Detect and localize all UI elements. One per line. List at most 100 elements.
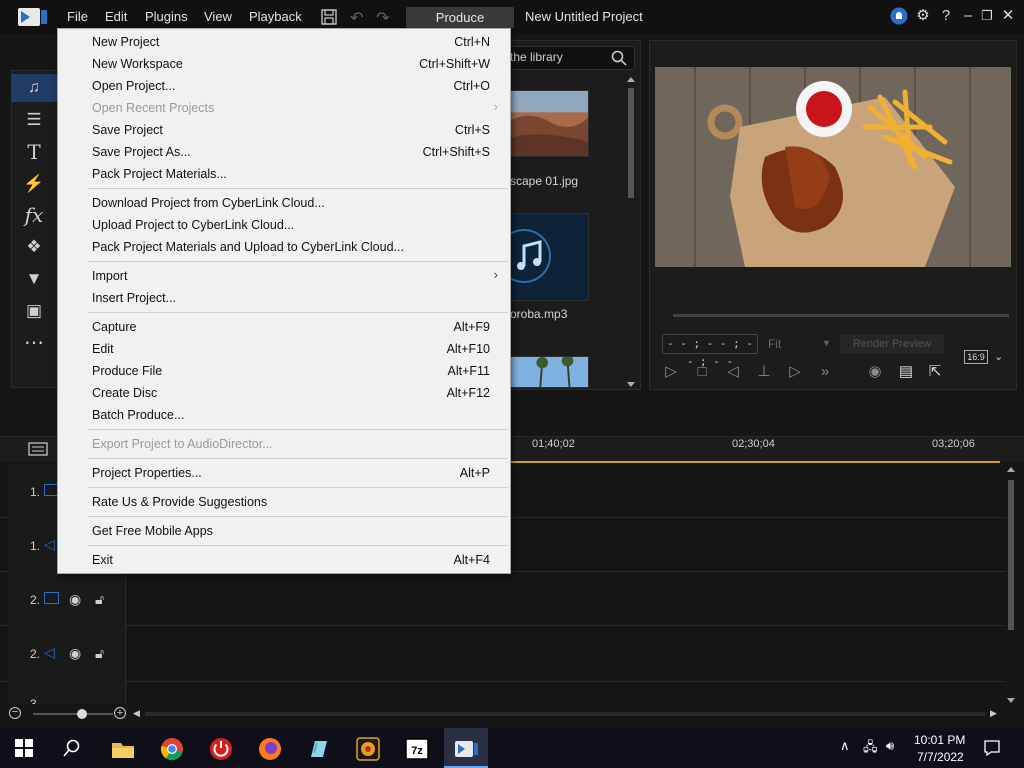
menu-item-export-to-audiodirector[interactable]: Export Project to AudioDirector...: [58, 433, 510, 455]
file-explorer-icon[interactable]: [109, 735, 137, 763]
library-item-landscape-thumbnail[interactable]: [510, 90, 589, 157]
menu-item-project-properties[interactable]: Project Properties... Alt+P: [58, 462, 510, 484]
split-icon[interactable]: ⊥: [755, 363, 773, 381]
title-room-icon[interactable]: ☰: [22, 109, 46, 131]
menu-item-new-workspace[interactable]: New Workspace Ctrl+Shift+W: [58, 53, 510, 75]
zoom-out-icon[interactable]: −: [9, 707, 21, 719]
menu-plugins[interactable]: Plugins: [145, 9, 188, 24]
redo-icon[interactable]: ↷: [374, 8, 392, 27]
scroll-left-icon[interactable]: ◀: [133, 708, 140, 719]
menu-item-open-recent-projects[interactable]: Open Recent Projects ›: [58, 97, 510, 119]
transition-icon[interactable]: ⚡: [22, 173, 46, 195]
menu-file[interactable]: File: [67, 9, 88, 24]
restore-icon[interactable]: ❐: [977, 6, 997, 26]
library-scrollbar[interactable]: [626, 76, 636, 388]
aspect-ratio-button[interactable]: 16:9: [964, 350, 988, 364]
pip-objects-icon[interactable]: ❖: [22, 236, 46, 258]
undo-icon[interactable]: ↶: [348, 8, 366, 27]
next-frame-icon[interactable]: ▷: [786, 363, 804, 381]
menu-item-save-project[interactable]: Save Project Ctrl+S: [58, 119, 510, 141]
menu-item-save-project-as[interactable]: Save Project As... Ctrl+Shift+S: [58, 141, 510, 163]
timeline-horizontal-scrollbar[interactable]: [145, 712, 985, 716]
notification-center-icon[interactable]: [983, 739, 1001, 757]
close-icon[interactable]: ✕: [998, 6, 1018, 26]
menu-item-edit[interactable]: Edit Alt+F10: [58, 338, 510, 360]
zoom-slider[interactable]: [33, 713, 113, 715]
menu-item-exit[interactable]: Exit Alt+F4: [58, 549, 510, 571]
library-item-palm-thumbnail[interactable]: [510, 356, 589, 388]
scroll-right-icon[interactable]: ▶: [990, 708, 997, 719]
chevron-up-icon[interactable]: ∧: [840, 738, 850, 754]
menu-item-new-project[interactable]: New Project Ctrl+N: [58, 31, 510, 53]
start-icon[interactable]: [15, 739, 33, 757]
visibility-eye-icon[interactable]: ◉: [69, 645, 81, 662]
timeline-ruler[interactable]: [510, 459, 1000, 463]
menu-view[interactable]: View: [204, 9, 232, 24]
menu-item-import[interactable]: Import ›: [58, 265, 510, 287]
help-icon[interactable]: ?: [936, 6, 956, 26]
volume-icon[interactable]: 🔊︎: [886, 738, 894, 754]
menu-item-batch-produce[interactable]: Batch Produce...: [58, 404, 510, 426]
settings-gear-icon[interactable]: ⚙: [913, 6, 933, 26]
chrome-icon[interactable]: [158, 735, 186, 763]
menu-item-open-project[interactable]: Open Project... Ctrl+O: [58, 75, 510, 97]
menu-edit[interactable]: Edit: [105, 9, 127, 24]
minimize-icon[interactable]: –: [958, 6, 978, 26]
save-icon[interactable]: [320, 8, 338, 26]
render-preview-button[interactable]: Render Preview: [840, 334, 944, 354]
powerdirector-icon[interactable]: [452, 735, 480, 763]
menu-item-get-mobile-apps[interactable]: Get Free Mobile Apps: [58, 520, 510, 542]
media-room-icon[interactable]: ♫: [22, 77, 46, 99]
produce-tab-button[interactable]: Produce: [406, 7, 514, 28]
menu-item-insert-project[interactable]: Insert Project...: [58, 287, 510, 309]
visibility-eye-icon[interactable]: ◉: [69, 591, 81, 608]
text-title-icon[interactable]: T: [22, 141, 46, 163]
track-row[interactable]: [0, 572, 1006, 626]
menu-item-create-disc[interactable]: Create Disc Alt+F12: [58, 382, 510, 404]
clock-time[interactable]: 10:01 PM: [914, 733, 965, 747]
menu-item-produce-file[interactable]: Produce File Alt+F11: [58, 360, 510, 382]
media-app-icon[interactable]: [354, 735, 382, 763]
timecode-field[interactable]: - - ; - - ; - - ; - -: [662, 334, 758, 368]
power-app-icon[interactable]: [207, 735, 235, 763]
effects-fx-icon[interactable]: fx: [22, 204, 46, 226]
snapshot-camera-icon[interactable]: ◉: [866, 363, 884, 381]
lock-icon[interactable]: 🔓︎: [95, 591, 104, 608]
notification-icon[interactable]: [890, 7, 908, 25]
more-rooms-icon[interactable]: ⋯: [22, 332, 46, 354]
menu-item-download-from-cloud[interactable]: Download Project from CyberLink Cloud...: [58, 192, 510, 214]
search-icon[interactable]: [611, 50, 627, 66]
menu-item-pack-and-upload[interactable]: Pack Project Materials and Upload to Cyb…: [58, 236, 510, 258]
7zip-icon[interactable]: 7z: [403, 735, 431, 763]
stop-icon[interactable]: □: [693, 363, 711, 381]
menu-playback[interactable]: Playback: [249, 9, 302, 24]
menu-item-rate-us[interactable]: Rate Us & Provide Suggestions: [58, 491, 510, 513]
chevron-down-icon[interactable]: ⌄: [994, 350, 1003, 363]
lock-icon[interactable]: 🔓︎: [95, 645, 104, 662]
subtitle-room-icon[interactable]: ▣: [22, 300, 46, 322]
particle-icon[interactable]: ▼: [22, 268, 46, 290]
network-icon[interactable]: 🖧︎: [863, 738, 878, 760]
chevron-down-icon[interactable]: ▼: [822, 338, 831, 348]
firefox-icon[interactable]: [256, 735, 284, 763]
timeline-vertical-scrollbar[interactable]: [1006, 466, 1016, 704]
zoom-in-icon[interactable]: +: [114, 707, 126, 719]
previous-frame-icon[interactable]: ◁: [724, 363, 742, 381]
undock-preview-icon[interactable]: ⇱: [926, 363, 944, 381]
track-row[interactable]: [0, 682, 1006, 704]
fast-forward-icon[interactable]: »: [816, 363, 834, 381]
track-number: 2.: [30, 593, 41, 607]
track-row[interactable]: [0, 626, 1006, 682]
menu-item-capture[interactable]: Capture Alt+F9: [58, 316, 510, 338]
search-icon[interactable]: [63, 739, 81, 757]
play-icon[interactable]: ▷: [662, 363, 680, 381]
timeline-view-icon[interactable]: [28, 442, 48, 456]
preview-seek-bar[interactable]: [673, 314, 1009, 317]
notepad-icon[interactable]: [305, 735, 333, 763]
zoom-fit-select[interactable]: Fit: [768, 337, 781, 351]
subtitles-icon[interactable]: ▤: [897, 363, 915, 381]
menu-item-pack-project-materials[interactable]: Pack Project Materials...: [58, 163, 510, 185]
menu-item-upload-to-cloud[interactable]: Upload Project to CyberLink Cloud...: [58, 214, 510, 236]
zoom-slider-thumb[interactable]: [77, 709, 87, 719]
clock-date[interactable]: 7/7/2022: [917, 750, 964, 764]
